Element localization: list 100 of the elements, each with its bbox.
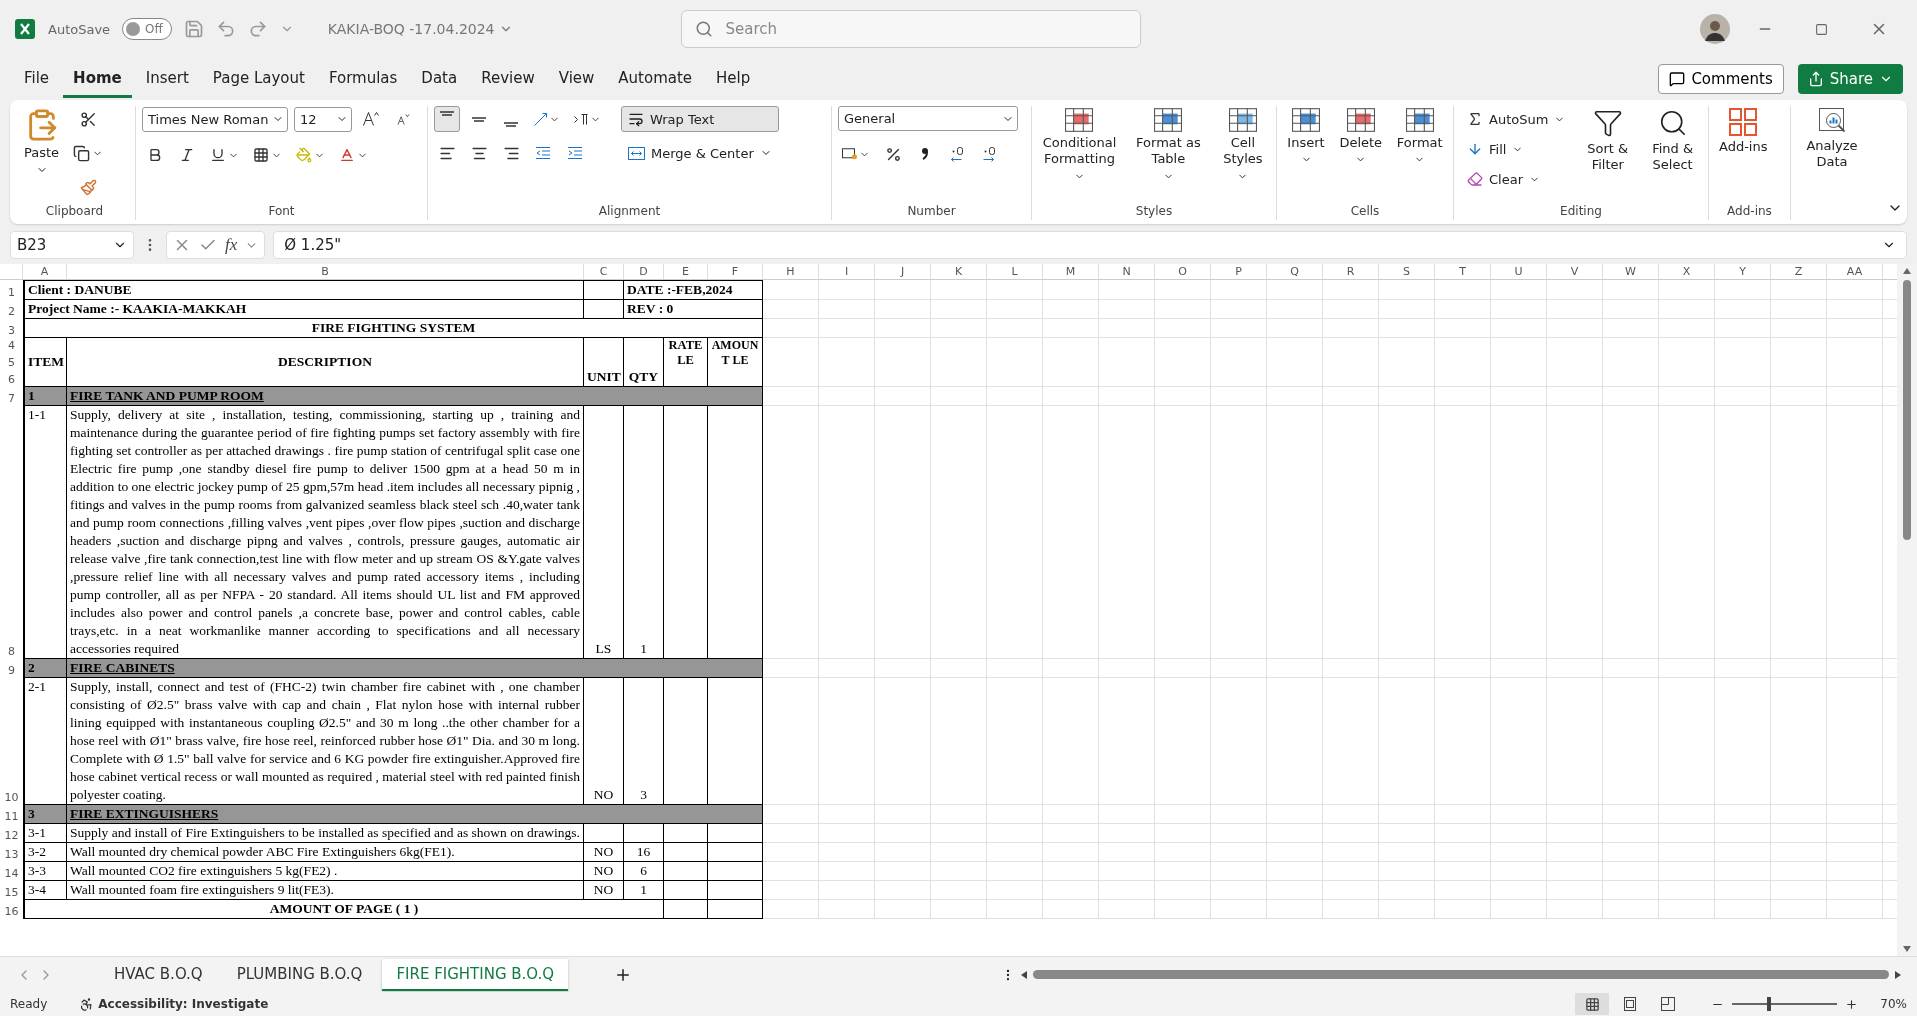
merge-center-button[interactable]: Merge & Center [621, 140, 779, 166]
column-header[interactable]: AA [1827, 264, 1883, 279]
table-cell: Supply, install, connect and test of (FHC-2) twin chamber fire cabinet with , one chamber consisting of Ø2.5" brass valve with cap and chain , Flat nylon hose with internal rubber lining equipped with instantaneous coupling Ø2.5" and 30 m long ..the other chamber for a hose reel with Ø1" brass valve, fire hose reel, reinforced rubber hose Ø1" Dia. and 30 m long. Complete with Ø 1.5" ball valve for service and 6 KG powder fire extinguisher.Approved fire hose cabinet vertical recess or wall mounted as required , material steel with red painted finish polyester coating. [67, 678, 584, 805]
menu-tab[interactable]: View [548, 60, 605, 98]
analyze-data-button[interactable]: Analyze Data [1797, 106, 1867, 173]
menu-tab[interactable]: Insert [135, 60, 199, 98]
table-cell: 3-3 [23, 862, 67, 881]
column-header[interactable]: H [763, 264, 819, 279]
menu-tab[interactable]: Page Layout [202, 60, 315, 98]
menu-tab[interactable]: Formulas [318, 60, 408, 98]
cells-button[interactable]: Insert [1283, 106, 1329, 168]
formula-field[interactable]: Ø 1.25" [273, 231, 1907, 259]
editing-button[interactable]: Sort & Filter [1578, 106, 1638, 176]
column-header[interactable]: D [624, 264, 664, 279]
menu-tab[interactable]: Automate [608, 60, 703, 98]
indent-icon [568, 147, 582, 159]
column-header[interactable]: Q [1267, 264, 1323, 279]
share-icon [1807, 71, 1824, 87]
merge-icon [628, 146, 645, 160]
view-button[interactable] [1575, 993, 1610, 1015]
add-ins-button[interactable]: Add-ins [1715, 106, 1772, 158]
paragraph-icon [574, 113, 588, 125]
column-header[interactable]: O [1155, 264, 1211, 279]
column-header[interactable]: V [1547, 264, 1603, 279]
styles-button[interactable]: Conditional Formatting [1038, 106, 1121, 184]
font-size-field[interactable]: 12 [294, 106, 352, 132]
page-icon [1624, 997, 1637, 1011]
zoom-in-icon[interactable] [1845, 997, 1859, 1011]
column-header[interactable]: B [67, 264, 584, 279]
page-break-icon [1661, 997, 1676, 1011]
font-name-field[interactable]: Times New Roman [142, 106, 288, 132]
column-header[interactable]: L [987, 264, 1043, 279]
column-header[interactable]: Z [1771, 264, 1827, 279]
lines-icon [472, 116, 486, 122]
menu-tab[interactable]: Data [411, 60, 468, 98]
sheet-tab[interactable]: FIRE FIGHTING B.O.Q [382, 958, 569, 991]
scroll-right-icon[interactable] [1895, 970, 1901, 979]
section-title: FIRE CABINETS [67, 659, 763, 678]
column-header[interactable]: C [584, 264, 624, 279]
insert-function-button[interactable]: fx [225, 235, 238, 255]
group-label: Alignment [598, 204, 661, 220]
column-header[interactable]: M [1043, 264, 1099, 279]
vertical-align-button[interactable] [434, 106, 460, 132]
accessibility-status[interactable]: Accessibility: Investigate [73, 995, 275, 1013]
column-header[interactable]: Y [1715, 264, 1771, 279]
name-box[interactable]: B23 [10, 231, 134, 259]
avatar[interactable] [1700, 14, 1730, 44]
shrink-font-icon [395, 113, 411, 125]
money-icon [842, 148, 857, 160]
column-header[interactable]: A [23, 264, 67, 279]
share-button[interactable]: Share [1797, 64, 1903, 94]
sheet-tab[interactable]: HVAC B.O.Q [100, 958, 217, 991]
scroll-up-icon[interactable] [1903, 268, 1911, 274]
menu-tab[interactable]: Review [471, 60, 545, 98]
scroll-left-icon[interactable] [1021, 970, 1027, 979]
column-header[interactable]: R [1323, 264, 1379, 279]
menu-tab[interactable]: File [14, 60, 60, 98]
column-header[interactable]: W [1603, 264, 1659, 279]
editing-button[interactable]: AutoSum [1460, 106, 1573, 132]
autosave-toggle[interactable]: Off [122, 18, 172, 40]
column-header[interactable]: N [1099, 264, 1155, 279]
table-cell: Wall mounted dry chemical powder ABC Fire Extinguishers 6kg(FE1). [67, 843, 584, 862]
lines-icon [440, 111, 454, 116]
comments-button[interactable]: Comments [1658, 64, 1784, 94]
editing-button[interactable]: Clear [1460, 166, 1573, 192]
row-number: 8 [7, 644, 16, 659]
column-header[interactable]: X [1659, 264, 1715, 279]
group-label: Add-ins [1727, 204, 1772, 220]
column-header[interactable]: T [1435, 264, 1491, 279]
cells-button[interactable]: Delete [1335, 106, 1387, 168]
row-number: 12 [3, 828, 20, 843]
scroll-down-icon[interactable] [1903, 946, 1911, 952]
column-header[interactable]: E [664, 264, 708, 279]
column-header[interactable]: I [819, 264, 875, 279]
table-cell: FIRE FIGHTING SYSTEM [23, 319, 763, 338]
column-header[interactable]: J [875, 264, 931, 279]
spreadsheet-logo-icon [14, 18, 36, 40]
editing-button[interactable]: Fill [1460, 136, 1573, 162]
column-header[interactable]: K [931, 264, 987, 279]
sheet-tab[interactable]: PLUMBING B.O.Q [222, 958, 377, 991]
search-icon [694, 20, 713, 38]
menu-tab[interactable]: Home [63, 60, 132, 98]
column-header[interactable]: P [1211, 264, 1267, 279]
search-field[interactable]: Search [680, 10, 1141, 48]
editing-button[interactable]: Find & Select [1643, 106, 1702, 176]
scrollbar-thumb[interactable] [1033, 970, 1889, 979]
number-format-field[interactable]: General [838, 106, 1018, 131]
column-header[interactable]: U [1491, 264, 1547, 279]
document-title[interactable]: KAKIA-BOQ -17.04.2024 [321, 20, 519, 38]
column-header[interactable]: F [708, 264, 763, 279]
restore-icon[interactable] [1815, 22, 1828, 36]
cells-button[interactable]: Format [1392, 106, 1447, 168]
menu-tab[interactable]: Help [706, 60, 761, 98]
styles-button[interactable]: Format as Table [1126, 106, 1210, 184]
styles-button[interactable]: Cell Styles [1215, 106, 1270, 184]
paste-button[interactable]: Paste [20, 106, 64, 179]
column-header[interactable]: S [1379, 264, 1435, 279]
wrap-text-button[interactable]: Wrap Text [621, 106, 779, 132]
scrollbar-thumb[interactable] [1903, 280, 1911, 540]
zoom-slider-thumb[interactable] [1767, 997, 1772, 1011]
